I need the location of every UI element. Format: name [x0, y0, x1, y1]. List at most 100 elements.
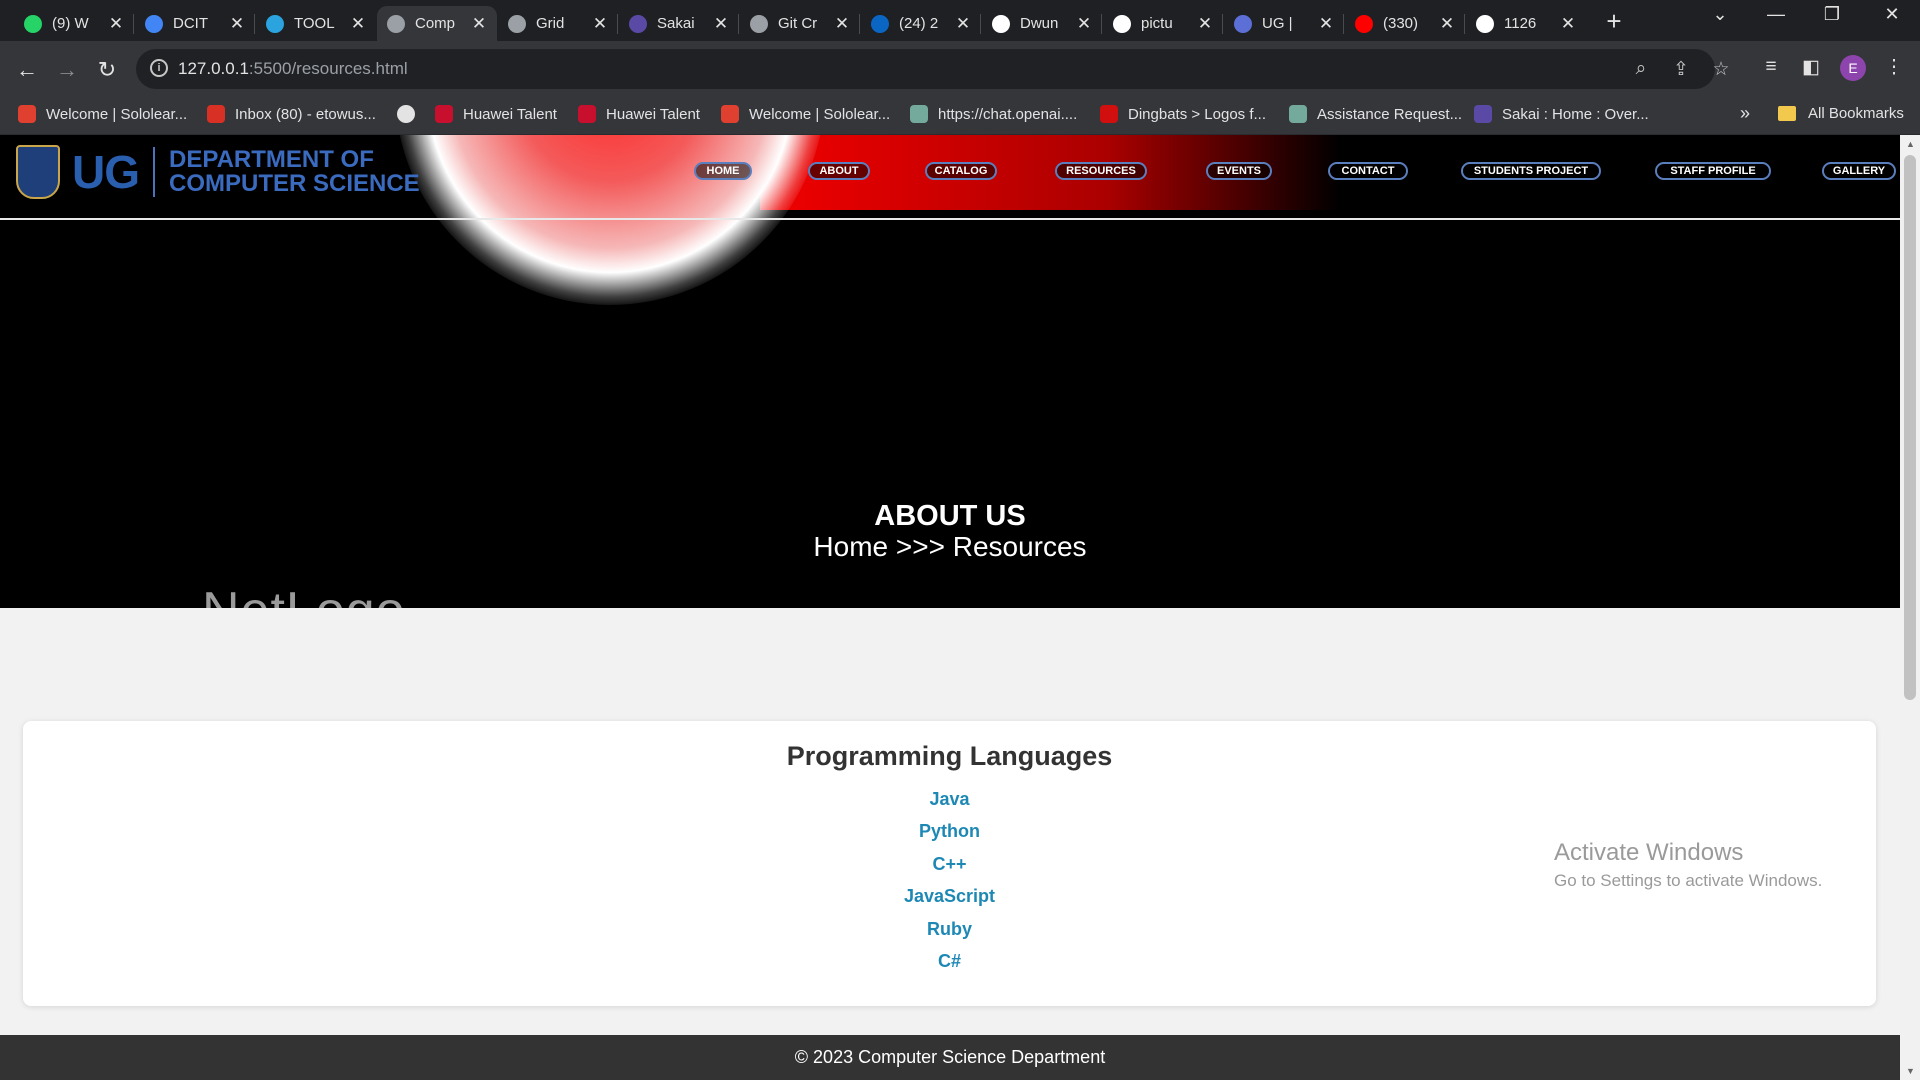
browser-tab[interactable]: (330) ✕: [1345, 6, 1465, 41]
browser-tab[interactable]: Comp ✕: [377, 6, 497, 41]
bookmark-label: Welcome | Sololear...: [46, 105, 188, 123]
language-link-csharp[interactable]: C#: [23, 951, 1876, 972]
address-bar[interactable]: i 127.0.0.1:5500/resources.html ⌕ ⇪ ☆: [136, 49, 1730, 89]
tab-separator: [738, 14, 739, 34]
share-icon[interactable]: ⇪: [1668, 58, 1694, 81]
bookmarks-overflow-button[interactable]: »: [1740, 103, 1750, 124]
nav-resources[interactable]: RESOURCES: [1055, 162, 1147, 180]
dept-line-1: DEPARTMENT OF: [169, 146, 374, 173]
tab-separator: [1343, 14, 1344, 34]
reload-icon[interactable]: ↻: [92, 56, 122, 84]
scroll-up-icon[interactable]: ▲: [1906, 139, 1915, 149]
language-link-java[interactable]: Java: [23, 789, 1876, 810]
nav-catalog[interactable]: CATALOG: [925, 162, 997, 180]
bookmark-star-icon[interactable]: ☆: [1708, 58, 1734, 81]
bookmark-favicon-icon: [910, 105, 928, 123]
tab-close-icon[interactable]: ✕: [1560, 14, 1576, 34]
browser-tab[interactable]: TOOL ✕: [256, 6, 376, 41]
bookmark-favicon-icon: [578, 105, 596, 123]
language-link-ruby[interactable]: Ruby: [23, 919, 1876, 940]
scroll-down-icon[interactable]: ▼: [1906, 1066, 1915, 1076]
minimize-icon[interactable]: —: [1756, 4, 1796, 25]
scrollbar-thumb[interactable]: [1904, 155, 1916, 700]
browser-tab[interactable]: DCIT ✕: [135, 6, 255, 41]
back-icon[interactable]: ←: [12, 56, 42, 84]
close-window-icon[interactable]: ✕: [1872, 4, 1912, 25]
browser-tab[interactable]: UG | ✕: [1224, 6, 1344, 41]
browser-tab[interactable]: (9) W ✕: [14, 6, 134, 41]
telegram-icon: [266, 14, 284, 33]
tab-close-icon[interactable]: ✕: [834, 14, 850, 34]
browser-tab[interactable]: pictu ✕: [1103, 6, 1223, 41]
tab-separator: [859, 14, 860, 34]
browser-tab[interactable]: (24) 2 ✕: [861, 6, 981, 41]
tab-close-icon[interactable]: ✕: [1318, 14, 1334, 34]
site-header: UG DEPARTMENT OF COMPUTER SCIENCE HOME AB…: [0, 135, 1900, 220]
bookmark-item[interactable]: https://chat.openai....: [910, 105, 1077, 123]
breadcrumb: Home >>> Resources: [813, 531, 1087, 562]
bookmark-item[interactable]: Sakai : Home : Over...: [1474, 105, 1649, 123]
tab-label: 1126: [1504, 15, 1537, 32]
tab-close-icon[interactable]: ✕: [713, 14, 729, 34]
tab-search-icon[interactable]: ⌄: [1700, 4, 1740, 25]
tab-close-icon[interactable]: ✕: [108, 14, 124, 34]
bookmark-item[interactable]: [397, 105, 425, 123]
nav-students-project[interactable]: STUDENTS PROJECT: [1461, 162, 1601, 180]
new-tab-button[interactable]: +: [1599, 6, 1629, 36]
bookmark-item[interactable]: Assistance Request...: [1289, 105, 1462, 123]
bookmark-favicon-icon: [1289, 105, 1307, 123]
nav-about[interactable]: ABOUT: [808, 162, 870, 180]
tab-close-icon[interactable]: ✕: [471, 14, 487, 34]
bookmark-favicon-icon: [1474, 105, 1492, 123]
tab-label: Sakai: [657, 15, 695, 32]
youtube-icon: [1355, 14, 1373, 33]
openai-icon: [508, 14, 526, 33]
tab-close-icon[interactable]: ✕: [1197, 14, 1213, 34]
tab-close-icon[interactable]: ✕: [955, 14, 971, 34]
menu-icon[interactable]: ⋮: [1880, 56, 1908, 79]
browser-tab[interactable]: Grid ✕: [498, 6, 618, 41]
browser-tab[interactable]: Git Cr ✕: [740, 6, 860, 41]
restore-icon[interactable]: ❐: [1812, 4, 1852, 25]
tab-close-icon[interactable]: ✕: [350, 14, 366, 34]
nav-gallery[interactable]: GALLERY: [1822, 162, 1896, 180]
browser-tab[interactable]: 1126 ✕: [1466, 6, 1586, 41]
tab-close-icon[interactable]: ✕: [1076, 14, 1092, 34]
tab-close-icon[interactable]: ✕: [592, 14, 608, 34]
nav-contact[interactable]: CONTACT: [1328, 162, 1408, 180]
bookmark-item[interactable]: Dingbats > Logos f...: [1100, 105, 1266, 123]
logo-divider: [153, 147, 155, 197]
browser-tab[interactable]: Sakai ✕: [619, 6, 739, 41]
profile-avatar[interactable]: E: [1840, 55, 1866, 81]
tab-separator: [980, 14, 981, 34]
nav-events[interactable]: EVENTS: [1206, 162, 1272, 180]
zoom-icon[interactable]: ⌕: [1628, 58, 1654, 80]
tab-separator: [254, 14, 255, 34]
site-info-icon[interactable]: i: [150, 59, 168, 77]
all-bookmarks-button[interactable]: All Bookmarks: [1778, 105, 1904, 122]
browser-tab[interactable]: Dwun ✕: [982, 6, 1102, 41]
tab-label: TOOL: [294, 15, 335, 32]
side-panel-icon[interactable]: ◧: [1797, 56, 1825, 79]
nav-home[interactable]: HOME: [694, 162, 752, 180]
forward-icon[interactable]: →: [52, 56, 82, 84]
bookmark-item[interactable]: Welcome | Sololear...: [18, 105, 187, 123]
bookmark-item[interactable]: Inbox (80) - etowus...: [207, 105, 376, 123]
hero-banner: ABOUT US Home >>> Resources NetLogo: [0, 220, 1900, 608]
activate-windows-title: Activate Windows: [1554, 839, 1744, 866]
nav-staff-profile[interactable]: STAFF PROFILE: [1655, 162, 1771, 180]
netlogo-logo: NetLogo: [202, 581, 406, 608]
bookmark-item[interactable]: Huawei Talent: [435, 105, 557, 123]
site-logo[interactable]: UG DEPARTMENT OF COMPUTER SCIENCE: [16, 145, 420, 199]
page-scrollbar[interactable]: ▲ ▼: [1900, 135, 1920, 1080]
tab-close-icon[interactable]: ✕: [229, 14, 245, 34]
bookmark-item[interactable]: Welcome | Sololear...: [721, 105, 890, 123]
reading-list-icon[interactable]: ≡: [1757, 56, 1785, 78]
url-text[interactable]: 127.0.0.1:5500/resources.html: [178, 59, 408, 79]
bookmark-item[interactable]: Huawei Talent: [578, 105, 700, 123]
site-footer: © 2023 Computer Science Department: [0, 1035, 1900, 1080]
logo-ug-text: UG: [72, 146, 140, 198]
tab-label: Git Cr: [778, 15, 818, 32]
whatsapp-icon: [24, 14, 42, 33]
tab-close-icon[interactable]: ✕: [1439, 14, 1455, 34]
